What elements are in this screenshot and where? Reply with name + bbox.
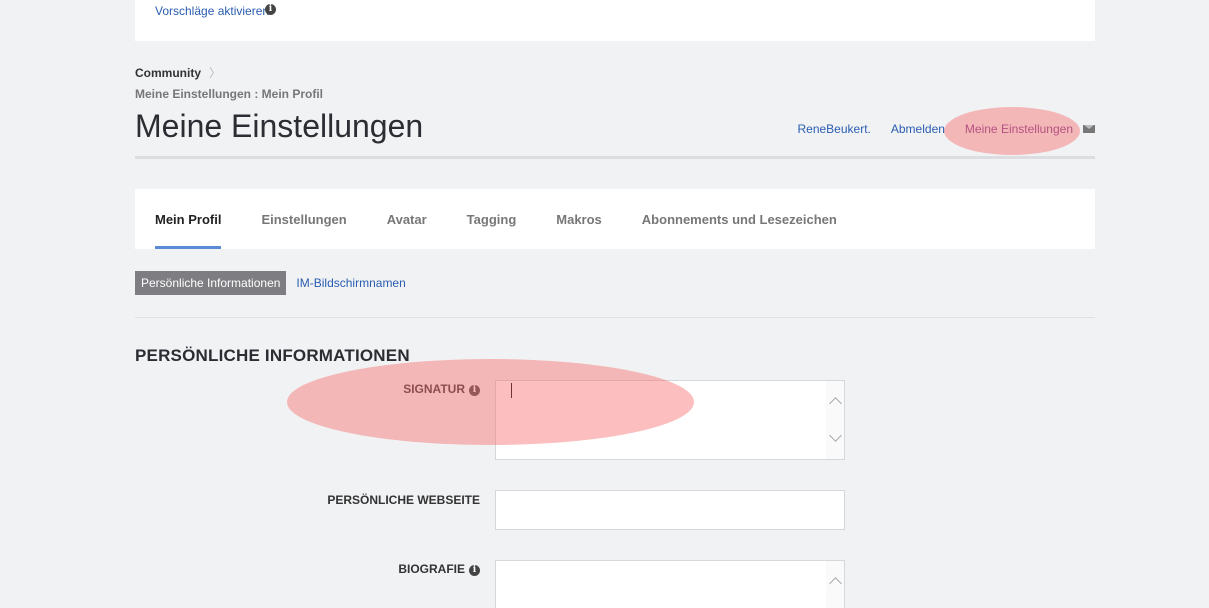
signature-textarea[interactable] <box>495 380 845 460</box>
scroll-up-icon[interactable] <box>829 397 842 410</box>
scroll-up-icon[interactable] <box>829 577 842 590</box>
scrollbar[interactable] <box>826 381 844 459</box>
chevron-right-icon: 〉 <box>209 66 222 80</box>
info-icon[interactable]: i <box>265 4 276 15</box>
top-panel: Vorschläge aktivieren i <box>135 0 1095 41</box>
biography-textarea[interactable] <box>495 560 845 608</box>
website-label: PERSÖNLICHE WEBSEITE <box>180 493 480 507</box>
breadcrumb-sub: Meine Einstellungen : Mein Profil <box>135 87 324 101</box>
page-title: Meine Einstellungen <box>135 108 424 144</box>
website-label-text: PERSÖNLICHE WEBSEITE <box>327 493 480 507</box>
info-icon[interactable]: i <box>469 385 480 396</box>
scrollbar[interactable] <box>826 561 844 608</box>
tab-macros[interactable]: Makros <box>556 189 602 249</box>
tab-tagging[interactable]: Tagging <box>467 189 517 249</box>
tab-avatar[interactable]: Avatar <box>387 189 427 249</box>
signature-label-text: SIGNATUR <box>403 382 465 396</box>
website-input[interactable] <box>495 490 845 530</box>
section-heading: PERSÖNLICHE INFORMATIONEN <box>135 346 410 365</box>
title-divider <box>135 156 1095 159</box>
subtab-personal-info[interactable]: Persönliche Informationen <box>135 271 287 295</box>
logout-link[interactable]: Abmelden <box>891 122 945 136</box>
section-divider <box>135 317 1095 318</box>
tab-subscriptions-bookmarks[interactable]: Abonnements und Lesezeichen <box>642 189 837 249</box>
username-link[interactable]: ReneBeukert. <box>797 122 870 136</box>
text-caret <box>511 383 512 398</box>
scroll-down-icon[interactable] <box>829 429 842 442</box>
settings-tabs: Mein Profil Einstellungen Avatar Tagging… <box>135 189 1095 249</box>
my-settings-link[interactable]: Meine Einstellungen <box>965 122 1073 136</box>
breadcrumb-community[interactable]: Community <box>135 66 201 80</box>
biography-label-text: BIOGRAFIE <box>398 562 465 576</box>
tab-settings[interactable]: Einstellungen <box>261 189 346 249</box>
mail-icon[interactable] <box>1083 125 1095 133</box>
subtabs: Persönliche Informationen IM-Bildschirmn… <box>135 271 406 295</box>
activate-suggestions-link[interactable]: Vorschläge aktivieren <box>155 4 269 18</box>
signature-label: SIGNATUR i <box>180 382 480 396</box>
biography-label: BIOGRAFIE i <box>180 562 480 576</box>
subtab-im-screennames[interactable]: IM-Bildschirmnamen <box>296 276 405 290</box>
tab-my-profile[interactable]: Mein Profil <box>155 189 222 249</box>
breadcrumb: Community 〉 <box>135 64 221 81</box>
info-icon[interactable]: i <box>469 565 480 576</box>
user-nav: ReneBeukert. Abmelden Meine Einstellunge… <box>797 122 1095 136</box>
